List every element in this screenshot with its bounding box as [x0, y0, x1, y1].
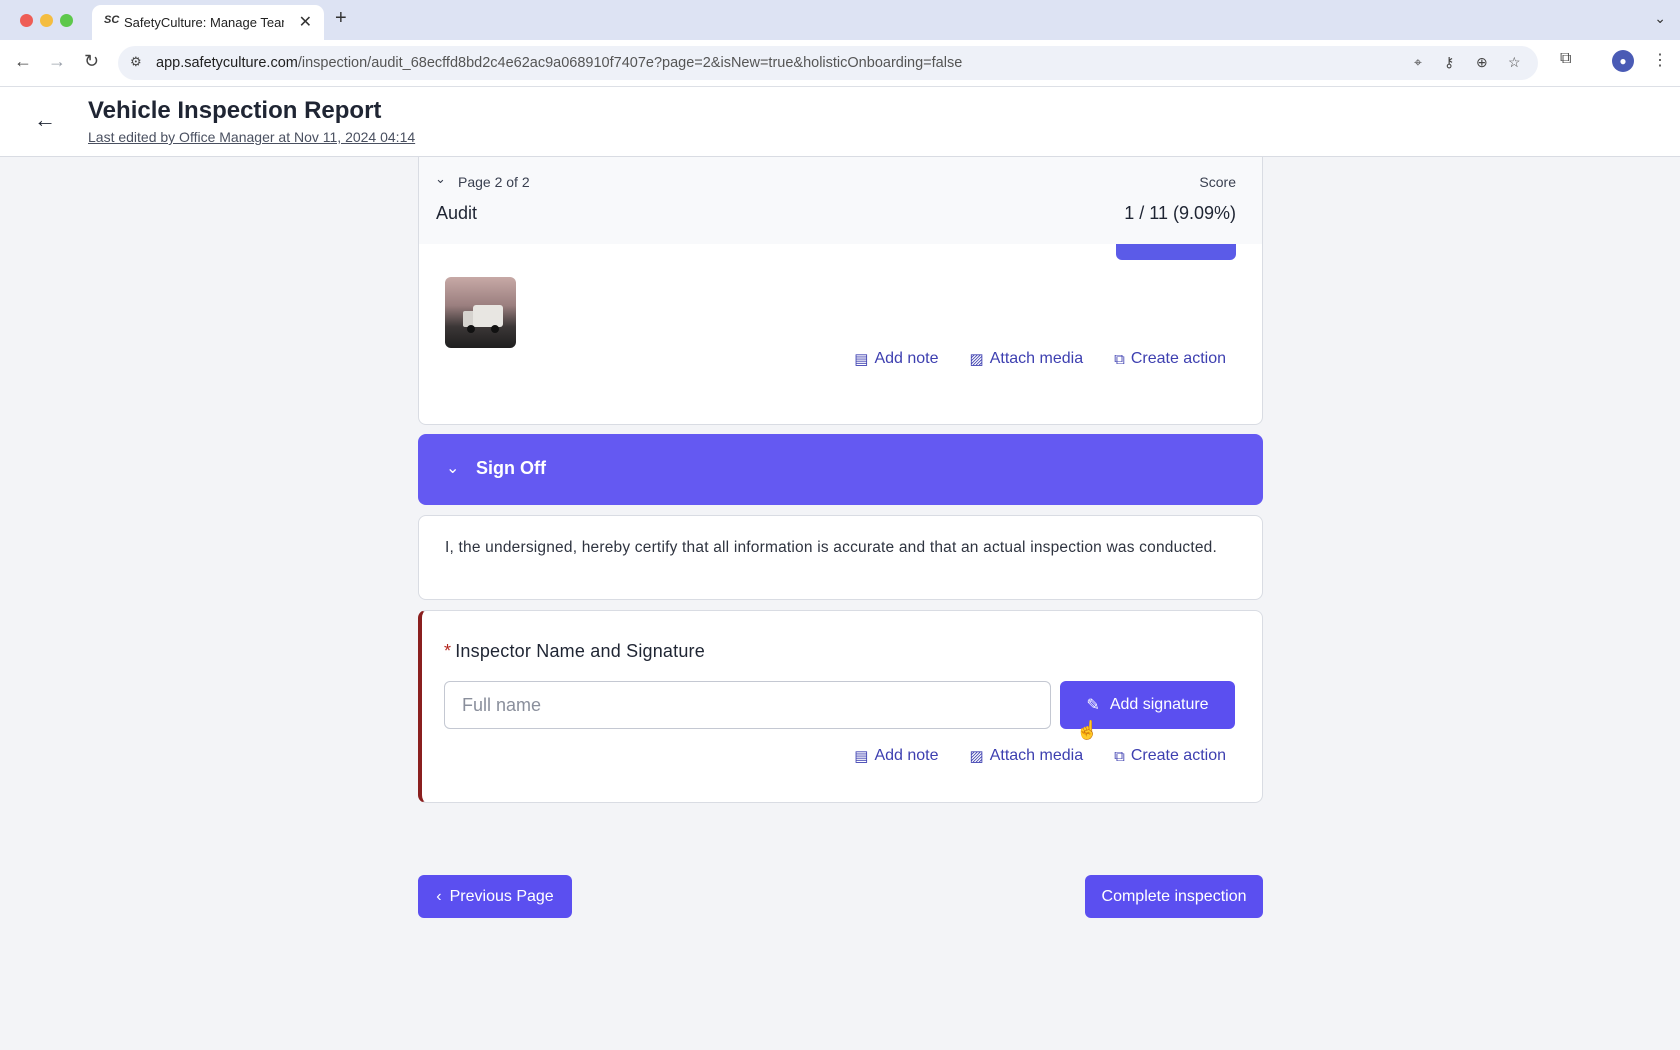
attach-media-button[interactable]: ▨ Attach media [970, 747, 1084, 765]
signature-question-label: * Inspector Name and Signature [444, 641, 705, 662]
score-label: Score [1199, 174, 1236, 190]
add-note-button[interactable]: ▤ Add note [854, 747, 938, 765]
question-actions-row: ▤ Add note ▨ Attach media ⧉ Create action [854, 348, 1226, 370]
required-marker: * [444, 641, 452, 661]
chevron-down-icon: ⌄ [446, 460, 460, 477]
new-tab-button[interactable]: + [335, 7, 347, 30]
browser-menu-kebab-icon[interactable]: ⋮ [1652, 50, 1668, 70]
previous-page-button[interactable]: ‹ Previous Page [418, 875, 572, 918]
vehicle-photo-thumbnail[interactable] [445, 277, 516, 348]
sign-off-title: Sign Off [476, 458, 546, 478]
pen-icon: ✎ [1086, 697, 1100, 714]
minimize-window-button[interactable] [40, 14, 53, 27]
password-key-icon[interactable]: ⚷ [1444, 54, 1454, 71]
tab-close-icon[interactable]: ✕ [299, 12, 312, 32]
browser-forward-button[interactable]: → [48, 51, 66, 72]
action-icon: ⧉ [1114, 747, 1125, 765]
add-signature-label: Add signature [1109, 696, 1209, 713]
browser-tab-active[interactable]: SC SafetyCulture: Manage Teams ✕ [92, 5, 324, 40]
create-action-button[interactable]: ⧉ Create action [1114, 350, 1226, 368]
attach-media-label: Attach media [989, 747, 1084, 764]
last-edited-link[interactable]: Last edited by Office Manager at Nov 11,… [88, 129, 415, 145]
url-host: app.safetyculture.com [156, 55, 298, 71]
signature-actions-row: ▤ Add note ▨ Attach media ⧉ Create action [854, 745, 1226, 767]
create-action-label: Create action [1130, 350, 1226, 367]
app-header: ← Vehicle Inspection Report Last edited … [0, 87, 1680, 157]
location-icon[interactable]: ⌖ [1414, 54, 1422, 71]
question-media-card: ▤ Add note ▨ Attach media ⧉ Create action [418, 244, 1263, 425]
certify-text: I, the undersigned, hereby certify that … [445, 539, 1218, 556]
add-note-label: Add note [874, 350, 939, 367]
zoom-icon[interactable]: ⊕ [1476, 54, 1488, 71]
truck-body-shape [473, 305, 503, 327]
browser-tab-strip: SC SafetyCulture: Manage Teams ✕ + ⌄ [0, 0, 1680, 40]
page-section-header: ⌄ Page 2 of 2 Audit Score 1 / 11 (9.09%) [418, 157, 1263, 245]
mouse-pointer-hand-icon: ☝ [1076, 720, 1099, 740]
maximize-window-button[interactable] [60, 14, 73, 27]
image-icon: ▨ [969, 351, 984, 368]
certify-statement-card: I, the undersigned, hereby certify that … [418, 515, 1263, 600]
extensions-puzzle-icon[interactable]: ⧉ [1560, 50, 1571, 68]
close-window-button[interactable] [20, 14, 33, 27]
browser-toolbar: ← → ↻ ⚙ app.safetyculture.com/inspection… [0, 40, 1680, 87]
complete-inspection-button[interactable]: Complete inspection [1085, 875, 1263, 918]
tab-search-chevron-icon[interactable]: ⌄ [1654, 10, 1666, 27]
previous-page-label: Previous Page [449, 887, 554, 905]
image-icon: ▨ [969, 748, 984, 765]
page-indicator[interactable]: Page 2 of 2 [458, 174, 530, 190]
truck-wheel-shape [491, 325, 499, 333]
bookmark-star-icon[interactable]: ☆ [1508, 54, 1521, 71]
add-note-label: Add note [874, 747, 939, 764]
site-settings-icon[interactable]: ⚙ [130, 54, 142, 70]
truck-wheel-shape [467, 325, 475, 333]
create-action-label: Create action [1130, 747, 1226, 764]
page-title: Vehicle Inspection Report [88, 97, 382, 124]
score-value: 1 / 11 (9.09%) [1124, 203, 1236, 223]
signature-question-text: Inspector Name and Signature [455, 641, 705, 661]
action-icon: ⧉ [1114, 350, 1125, 368]
sign-off-section-header[interactable]: ⌄ Sign Off [418, 434, 1263, 505]
browser-back-button[interactable]: ← [14, 51, 32, 72]
safetyculture-favicon-icon: SC [104, 14, 120, 26]
profile-avatar-icon[interactable]: ● [1612, 50, 1634, 72]
url-text[interactable]: app.safetyculture.com/inspection/audit_6… [156, 55, 962, 71]
chevron-left-icon: ‹ [436, 887, 442, 905]
add-note-button[interactable]: ▤ Add note [854, 350, 938, 368]
page-name: Audit [436, 203, 478, 223]
address-bar[interactable]: ⚙ app.safetyculture.com/inspection/audit… [118, 46, 1538, 80]
back-arrow-icon[interactable]: ← [34, 107, 56, 133]
note-icon: ▤ [854, 351, 869, 368]
attach-media-label: Attach media [989, 350, 1084, 367]
url-path: /inspection/audit_68ecffd8bd2c4e62ac9a06… [297, 55, 963, 71]
attach-media-button[interactable]: ▨ Attach media [970, 350, 1084, 368]
tab-title: SafetyCulture: Manage Teams [124, 15, 284, 30]
full-name-input[interactable] [444, 681, 1051, 729]
chevron-down-icon[interactable]: ⌄ [435, 171, 446, 187]
browser-reload-button[interactable]: ↻ [84, 51, 99, 72]
scrolled-answer-button[interactable] [1116, 244, 1236, 260]
note-icon: ▤ [854, 748, 869, 765]
create-action-button[interactable]: ⧉ Create action [1114, 747, 1226, 765]
inspector-signature-question: *Inspector Name and Signature ✎ Add signa… [418, 610, 1263, 803]
